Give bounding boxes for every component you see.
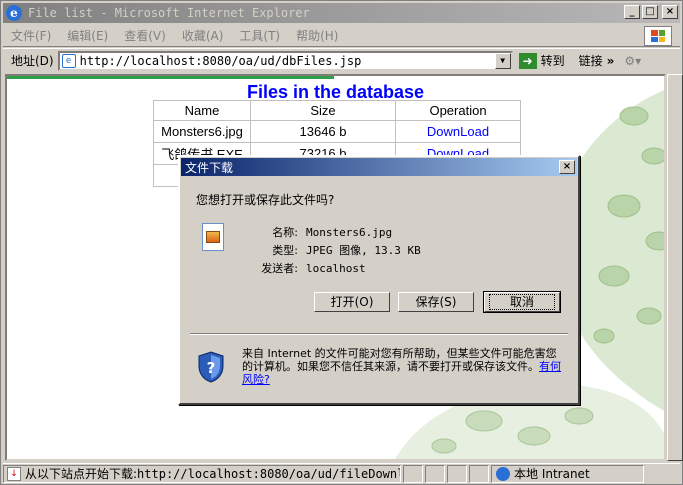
address-label: 地址(D): [11, 54, 54, 68]
security-warning: 来自 Internet 的文件可能对您有所帮助，但某些文件可能危害您的计算机。如…: [242, 347, 562, 386]
name-value: Monsters6.jpg: [306, 225, 393, 239]
zone-text: 本地 Intranet: [514, 467, 590, 481]
jpeg-file-icon: [202, 223, 224, 251]
open-button[interactable]: 打开(O): [314, 292, 390, 312]
file-name: Monsters6.jpg: [153, 120, 251, 143]
svg-text:?: ?: [207, 359, 216, 377]
intranet-icon: [496, 466, 510, 481]
minimize-button[interactable]: _: [624, 5, 640, 19]
vertical-scrollbar[interactable]: [666, 74, 683, 461]
scrollbar-thumb[interactable]: [667, 74, 683, 461]
name-label: 名称:: [272, 226, 298, 239]
status-cell: [403, 464, 423, 483]
status-main: ↓ 从以下站点开始下载: http://localhost:8080/oa/ud…: [3, 464, 401, 483]
ie-icon: e: [6, 5, 22, 21]
close-button[interactable]: ×: [662, 5, 678, 19]
menu-view[interactable]: 查看(V): [116, 27, 174, 44]
dialog-title: 文件下载: [185, 160, 234, 175]
address-url: http://localhost:8080/oa/ud/dbFiles.jsp: [79, 53, 362, 68]
menu-favorites[interactable]: 收藏(A): [174, 27, 232, 44]
type-label: 类型:: [272, 244, 298, 257]
go-button[interactable]: ➜ 转到: [518, 52, 565, 69]
cancel-label: 取消: [489, 294, 555, 310]
table-row: Monsters6.jpg 13646 b DownLoad: [153, 120, 521, 143]
menu-edit[interactable]: 编辑(E): [59, 27, 116, 44]
links-button[interactable]: 链接: [579, 52, 603, 69]
warning-text: 来自 Internet 的文件可能对您有所帮助，但某些文件可能危害您的计算机。如…: [242, 347, 557, 373]
file-download-dialog: 文件下载 × 您想打开或保存此文件吗? 名称: Monsters6.jpg 类型:…: [178, 155, 580, 405]
status-cell: [447, 464, 467, 483]
menu-help[interactable]: 帮助(H): [288, 27, 346, 44]
download-page-icon: ↓: [7, 466, 21, 481]
save-button[interactable]: 保存(S): [398, 292, 474, 312]
dropdown-arrow-icon[interactable]: ▼: [494, 52, 511, 69]
menu-tools[interactable]: 工具(T): [231, 27, 288, 44]
sender-label: 发送者:: [261, 262, 298, 275]
chevron-right-icon[interactable]: »: [607, 54, 615, 68]
maximize-button[interactable]: □: [642, 5, 658, 19]
header-operation: Operation: [395, 100, 521, 121]
status-cell: [425, 464, 445, 483]
dialog-separator: [190, 333, 568, 335]
shield-warning-icon: ?: [198, 351, 224, 383]
file-info: 名称: Monsters6.jpg 类型: JPEG 图像, 13.3 KB 发送者…: [250, 223, 421, 277]
menu-file[interactable]: 文件(F): [3, 27, 59, 44]
menu-bar: 文件(F) 编辑(E) 查看(V) 收藏(A) 工具(T) 帮助(H): [3, 25, 680, 47]
dialog-title-bar[interactable]: 文件下载 ×: [181, 158, 577, 176]
sender-value: localhost: [306, 261, 366, 275]
address-input[interactable]: e http://localhost:8080/oa/ud/dbFiles.js…: [57, 50, 513, 71]
file-size: 13646 b: [250, 120, 396, 143]
header-size: Size: [250, 100, 396, 121]
zone-indicator: 本地 Intranet: [491, 464, 644, 483]
dialog-close-button[interactable]: ×: [559, 160, 575, 174]
cancel-button[interactable]: 取消: [483, 291, 561, 313]
type-value: JPEG 图像, 13.3 KB: [306, 244, 421, 257]
status-text: 从以下站点开始下载:: [25, 467, 138, 481]
go-arrow-icon: ➜: [518, 52, 537, 69]
go-label: 转到: [540, 54, 565, 68]
status-url: http://localhost:8080/oa/ud/fileDownload…: [137, 466, 401, 481]
header-name: Name: [153, 100, 251, 121]
window-title: File list - Microsoft Internet Explorer: [28, 6, 310, 20]
page-icon: e: [61, 53, 76, 68]
table-header-row: Name Size Operation: [153, 100, 521, 121]
status-bar: ↓ 从以下站点开始下载: http://localhost:8080/oa/ud…: [3, 463, 680, 483]
windows-logo-icon: [644, 26, 672, 46]
dialog-question: 您想打开或保存此文件吗?: [196, 193, 335, 207]
download-link[interactable]: DownLoad: [427, 124, 489, 139]
toolbar-extension-icon[interactable]: ⚙▾: [624, 54, 641, 68]
title-bar[interactable]: e File list - Microsoft Internet Explore…: [3, 3, 680, 23]
browser-window: e File list - Microsoft Internet Explore…: [0, 0, 683, 485]
status-cell: [469, 464, 489, 483]
address-bar: 地址(D) e http://localhost:8080/oa/ud/dbFi…: [3, 48, 680, 72]
